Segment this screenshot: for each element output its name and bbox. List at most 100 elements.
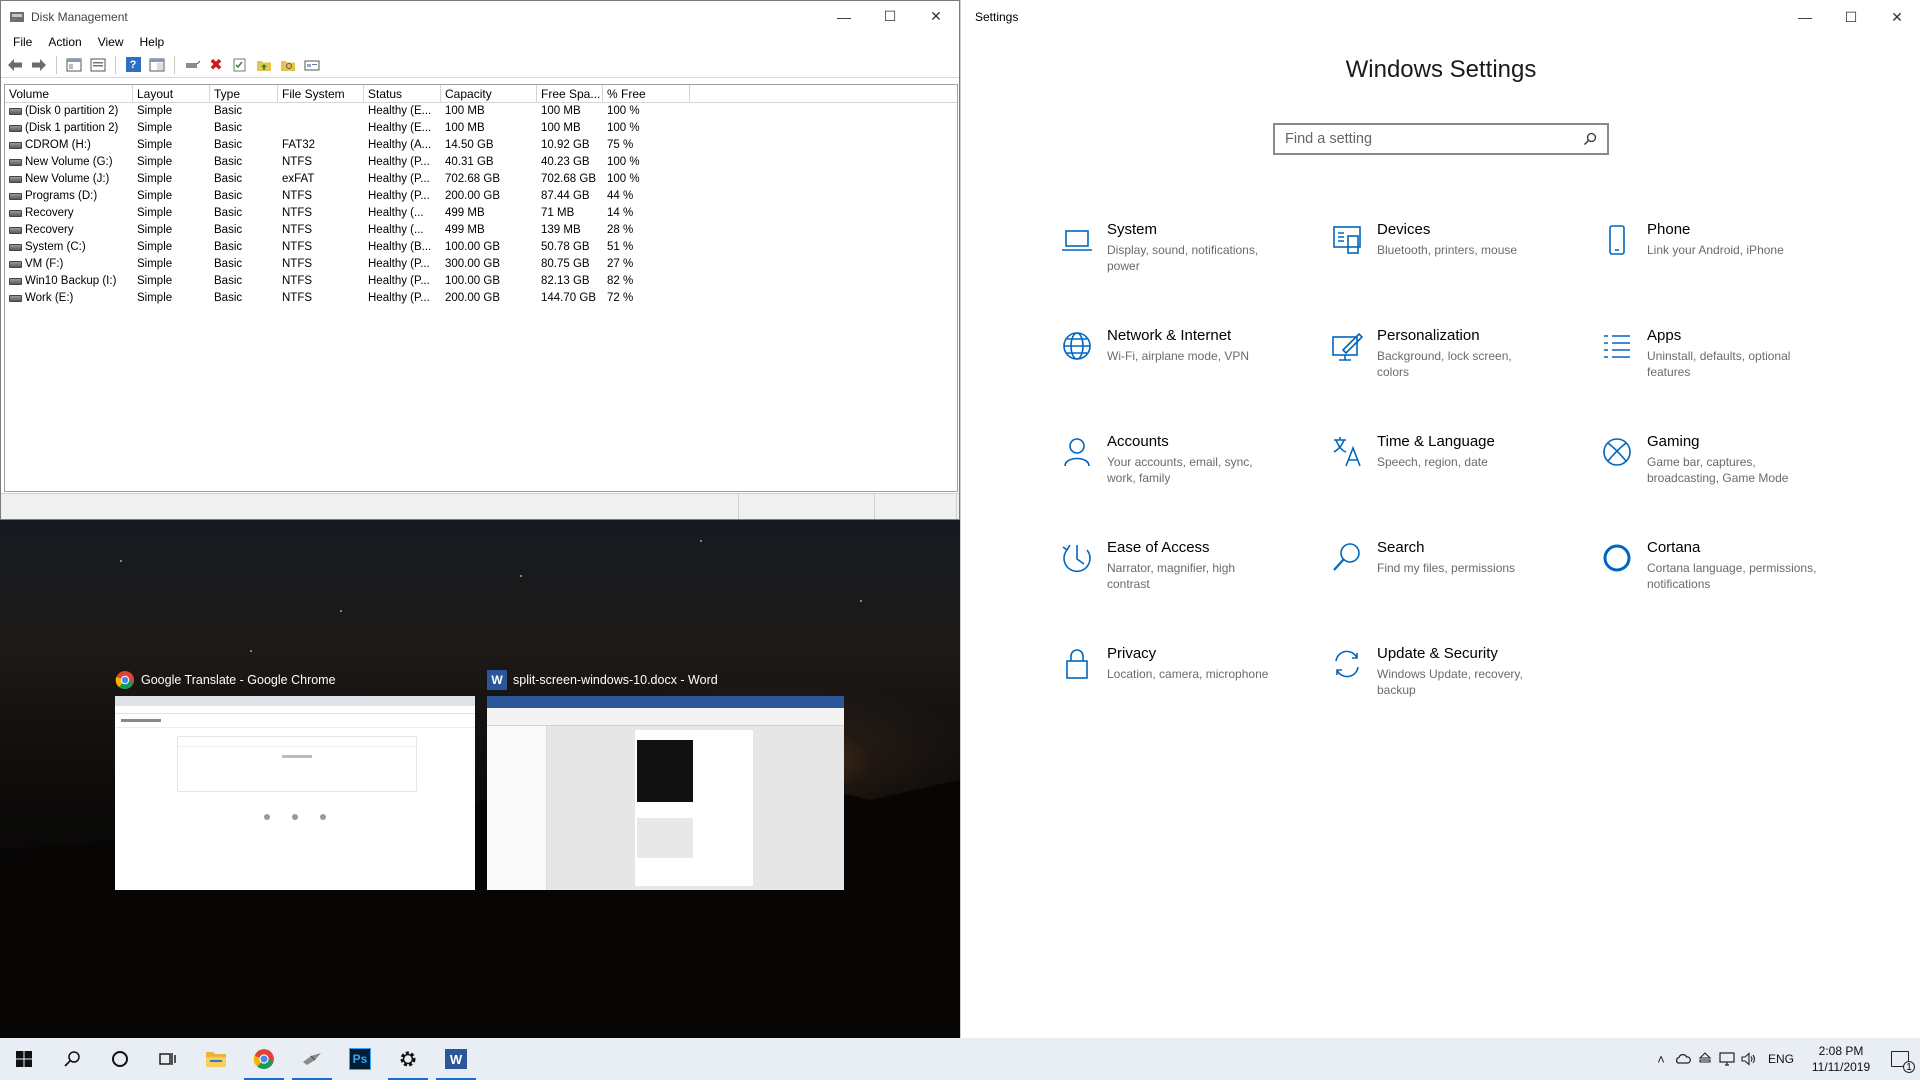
settings-tile-name: Update & Security (1377, 645, 1498, 662)
column-header-capacity[interactable]: Capacity (441, 85, 537, 102)
connect-drive-icon[interactable] (182, 55, 202, 75)
settings-tile-update-security[interactable]: Update & Security Windows Update, recover… (1329, 644, 1579, 724)
maximize-button[interactable]: ☐ (867, 1, 913, 32)
usb-eject-icon[interactable] (1694, 1038, 1716, 1080)
view-icon[interactable] (147, 55, 167, 75)
table-cell: exFAT (282, 173, 315, 185)
chrome-taskbar-button[interactable] (240, 1038, 288, 1080)
settings-tile-phone[interactable]: Phone Link your Android, iPhone (1599, 220, 1849, 300)
menu-help[interactable]: Help (132, 35, 173, 49)
settings-tile-accounts[interactable]: Accounts Your accounts, email, sync, work… (1059, 432, 1309, 512)
search-icon[interactable] (1583, 132, 1597, 146)
column-header-status[interactable]: Status (364, 85, 441, 102)
properties-icon[interactable] (88, 55, 108, 75)
column-header-free-space[interactable]: Free Spa... (537, 85, 603, 102)
settings-tile-gaming[interactable]: Gaming Game bar, captures, broadcasting, … (1599, 432, 1849, 512)
column-header-volume[interactable]: Volume (5, 85, 133, 102)
time-language-icon (1333, 437, 1361, 467)
task-view-button[interactable] (144, 1038, 192, 1080)
table-row[interactable]: CDROM (H:) Simple Basic FAT32 Healthy (A... 1… (5, 137, 957, 154)
word-window-thumbnail (487, 696, 844, 890)
checklist-icon[interactable] (230, 55, 250, 75)
settings-tile-search[interactable]: Search Find my files, permissions (1329, 538, 1579, 618)
forward-arrow-icon[interactable] (29, 55, 49, 75)
settings-tile-privacy[interactable]: Privacy Location, camera, microphone (1059, 644, 1309, 724)
table-row[interactable]: (Disk 0 partition 2) Simple Basic Healthy (… (5, 103, 957, 120)
settings-tile-description: Link your Android, iPhone (1647, 243, 1784, 257)
search-input[interactable] (1285, 131, 1583, 147)
settings-tile-name: Search (1377, 539, 1425, 556)
table-cell: 14 % (607, 207, 634, 219)
settings-gear-icon (400, 1051, 416, 1067)
maximize-button[interactable]: ☐ (1828, 0, 1874, 34)
settings-tile-apps[interactable]: Apps Uninstall, defaults, optional featur… (1599, 326, 1849, 406)
clock-time: 2:08 PM (1818, 1044, 1864, 1058)
table-row[interactable]: New Volume (J:) Simple Basic exFAT Healthy (… (5, 171, 957, 188)
menu-action[interactable]: Action (40, 35, 89, 49)
back-arrow-icon[interactable] (5, 55, 25, 75)
network-icon[interactable] (1716, 1038, 1738, 1080)
cortana-button[interactable] (96, 1038, 144, 1080)
chevron-up-icon[interactable]: ˄ (1650, 1038, 1672, 1080)
folder-up-icon[interactable] (254, 55, 274, 75)
settings-tile-description: Uninstall, defaults, optional features (1647, 349, 1791, 379)
column-header-layout[interactable]: Layout (133, 85, 210, 102)
notification-icon: 1 (1891, 1051, 1915, 1073)
settings-tile-personalization[interactable]: Personalization Background, lock screen, … (1329, 326, 1579, 406)
status-bar (1, 493, 959, 519)
table-row[interactable]: Win10 Backup (I:) Simple Basic NTFS Healthy … (5, 273, 957, 290)
settings-tile-ease-of-access[interactable]: Ease of Access Narrator, magnifier, high … (1059, 538, 1309, 618)
table-row[interactable]: VM (F:) Simple Basic NTFS Healthy (P... 300.0… (5, 256, 957, 273)
input-language[interactable]: ENG (1760, 1052, 1802, 1066)
settings-tile-network-internet[interactable]: Network & Internet Wi-Fi, airplane mode, … (1059, 326, 1309, 406)
volume-name: Recovery (25, 224, 74, 236)
search-icon (1333, 543, 1360, 571)
console-tree-icon[interactable] (64, 55, 84, 75)
close-button[interactable]: ✕ (1874, 0, 1920, 34)
settings-tile-cortana[interactable]: Cortana Cortana language, permissions, no… (1599, 538, 1849, 618)
onedrive-cloud-icon[interactable] (1672, 1038, 1694, 1080)
file-explorer-button[interactable] (192, 1038, 240, 1080)
photoshop-icon: Ps (349, 1048, 371, 1070)
settings-tile-devices[interactable]: Devices Bluetooth, printers, mouse (1329, 220, 1579, 300)
table-row[interactable]: System (C:) Simple Basic NTFS Healthy (B... 1… (5, 239, 957, 256)
action-center-button[interactable]: 1 (1880, 1038, 1920, 1080)
column-header-percent-free[interactable]: % Free (603, 85, 690, 102)
settings-tile-text: Devices Bluetooth, printers, mouse (1377, 220, 1547, 300)
settings-tile-description: Game bar, captures, broadcasting, Game M… (1647, 455, 1789, 485)
word-taskbar-button[interactable]: W (432, 1038, 480, 1080)
table-row[interactable]: Programs (D:) Simple Basic NTFS Healthy (P..… (5, 188, 957, 205)
folder-search-icon[interactable] (278, 55, 298, 75)
table-row[interactable]: Work (E:) Simple Basic NTFS Healthy (P... 200… (5, 290, 957, 307)
settings-taskbar-button[interactable] (384, 1038, 432, 1080)
disk-management-titlebar[interactable]: Disk Management — ☐ ✕ (1, 1, 959, 32)
drive-info-icon[interactable] (302, 55, 322, 75)
menu-view[interactable]: View (90, 35, 132, 49)
menu-file[interactable]: File (5, 35, 40, 49)
table-row[interactable]: (Disk 1 partition 2) Simple Basic Healthy (… (5, 120, 957, 137)
settings-titlebar[interactable]: Settings — ☐ ✕ (961, 0, 1920, 34)
taskbar-search-button[interactable] (48, 1038, 96, 1080)
volume-icon[interactable] (1738, 1038, 1760, 1080)
table-row[interactable]: Recovery Simple Basic NTFS Healthy (... 499 M… (5, 222, 957, 239)
drive-icon (9, 176, 22, 183)
minimize-button[interactable]: — (821, 1, 867, 32)
star (700, 540, 702, 542)
delete-icon[interactable]: ✖ (206, 55, 226, 75)
find-setting-search-box[interactable] (1273, 123, 1609, 155)
settings-tile-time-language[interactable]: Time & Language Speech, region, date (1329, 432, 1579, 512)
clock[interactable]: 2:08 PM 11/11/2019 (1802, 1043, 1880, 1075)
table-cell: Basic (214, 156, 243, 168)
table-cell: Healthy (... (368, 207, 424, 219)
table-row[interactable]: New Volume (G:) Simple Basic NTFS Healthy (P… (5, 154, 957, 171)
close-button[interactable]: ✕ (913, 1, 959, 32)
minimize-button[interactable]: — (1782, 0, 1828, 34)
settings-tile-system[interactable]: System Display, sound, notifications, pow… (1059, 220, 1309, 300)
column-header-file-system[interactable]: File System (278, 85, 364, 102)
start-button[interactable] (0, 1038, 48, 1080)
photoshop-taskbar-button[interactable]: Ps (336, 1038, 384, 1080)
column-header-type[interactable]: Type (210, 85, 278, 102)
table-row[interactable]: Recovery Simple Basic NTFS Healthy (... 499 M… (5, 205, 957, 222)
help-icon[interactable]: ? (123, 55, 143, 75)
app-taskbar-button[interactable] (288, 1038, 336, 1080)
